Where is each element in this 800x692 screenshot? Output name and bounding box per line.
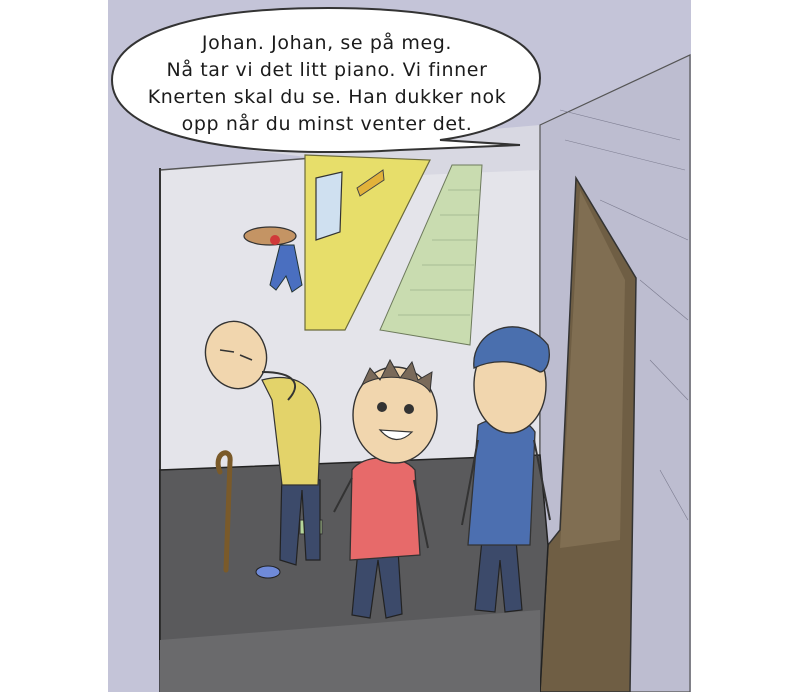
slipper [255,565,281,579]
hat [243,226,297,246]
window [315,171,343,241]
speech-line-1: Johan. Johan, se på meg. [201,32,453,54]
left-wall [108,170,160,692]
hat-band [270,235,280,245]
boy-eye-left [377,402,387,412]
boy-eye-right [404,404,414,414]
speech-line-2: Nå tar vi det litt piano. Vi finner [166,59,488,81]
boy-body [349,457,421,561]
man-body [467,417,536,546]
speech-line-4: opp når du minst venter det. [181,113,473,135]
speech-bubble-text: Johan. Johan, se på meg. Nå tar vi det l… [112,30,542,138]
speech-line-3: Knerten skal du se. Han dukker nok [147,86,507,108]
